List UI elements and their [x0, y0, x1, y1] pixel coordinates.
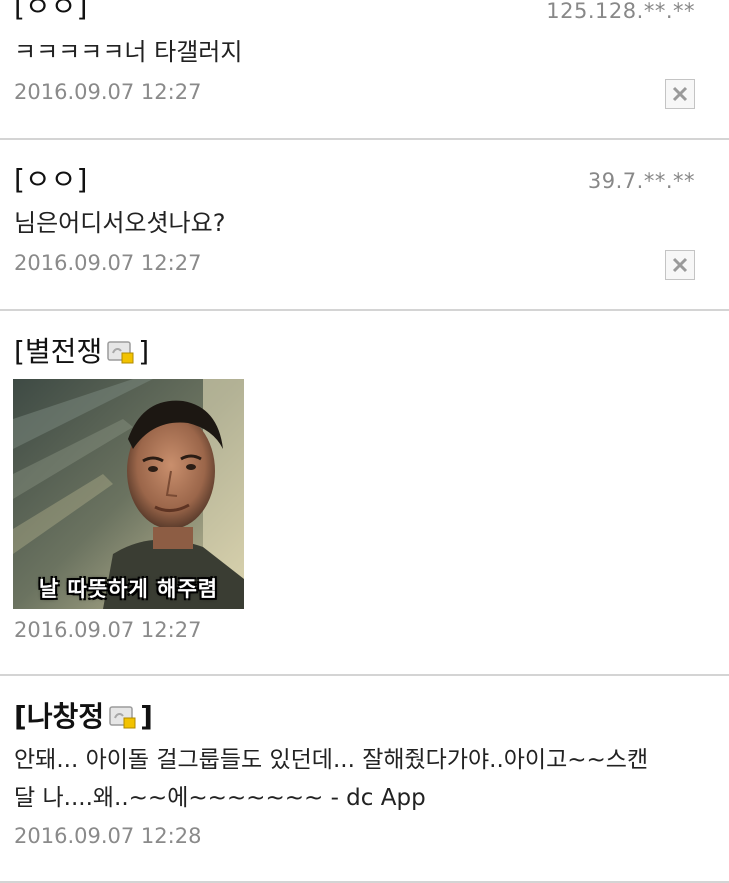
- comment-item: [나창정 ] 안돼... 아이돌 걸그룹들도 있던데... 잘해줬다가야..아이…: [0, 676, 729, 883]
- comment-author[interactable]: [ㅇㅇ]: [14, 163, 87, 197]
- close-x-icon: [672, 257, 688, 273]
- comment-ip: 125.128.**.**: [546, 0, 695, 23]
- comment-date: 2016.09.07 12:27: [14, 618, 202, 642]
- comment-text: 님은어디서오셧나요?: [14, 209, 226, 237]
- comment-author-bracket: ]: [140, 700, 153, 733]
- comment-text-line2: 달 나....왜..~~에~~~~~~~ - dc App: [14, 785, 426, 811]
- comment-date: 2016.09.07 12:27: [14, 251, 202, 275]
- delete-comment-button[interactable]: [665, 79, 695, 109]
- comment-author-name: [나창정: [14, 700, 105, 733]
- comment-item: [ㅇㅇ] 125.128.**.** ㅋㅋㅋㅋㅋ너 타갤러지 2016.09.0…: [0, 0, 729, 140]
- meme-caption: 날 따뜻하게 해주렴: [38, 577, 219, 601]
- comment-text: ㅋㅋㅋㅋㅋ너 타갤러지: [14, 38, 243, 66]
- comment-date: 2016.09.07 12:28: [14, 824, 202, 848]
- gallery-user-icon: [107, 341, 134, 364]
- comment-ip: 39.7.**.**: [587, 169, 695, 193]
- gallery-user-icon: [109, 706, 136, 729]
- close-x-icon: [672, 86, 688, 102]
- comment-image[interactable]: 날 따뜻하게 해주렴: [13, 379, 244, 609]
- comment-item: [별전쟁 ] 날 따뜻하게 해주렴 2016.09.07 12:27: [0, 311, 729, 676]
- comment-author[interactable]: [나창정 ]: [14, 700, 153, 734]
- comment-item: [ㅇㅇ] 39.7.**.** 님은어디서오셧나요? 2016.09.07 12…: [0, 140, 729, 311]
- comment-author[interactable]: [ㅇㅇ]: [14, 0, 87, 24]
- comment-author-name: [별전쟁: [14, 335, 103, 368]
- comment-date: 2016.09.07 12:27: [14, 80, 202, 104]
- comment-author-bracket: ]: [138, 335, 150, 368]
- comment-text-line1: 안돼... 아이돌 걸그룹들도 있던데... 잘해줬다가야..아이고~~스캔: [14, 747, 649, 773]
- delete-comment-button[interactable]: [665, 250, 695, 280]
- comment-author[interactable]: [별전쟁 ]: [14, 335, 149, 369]
